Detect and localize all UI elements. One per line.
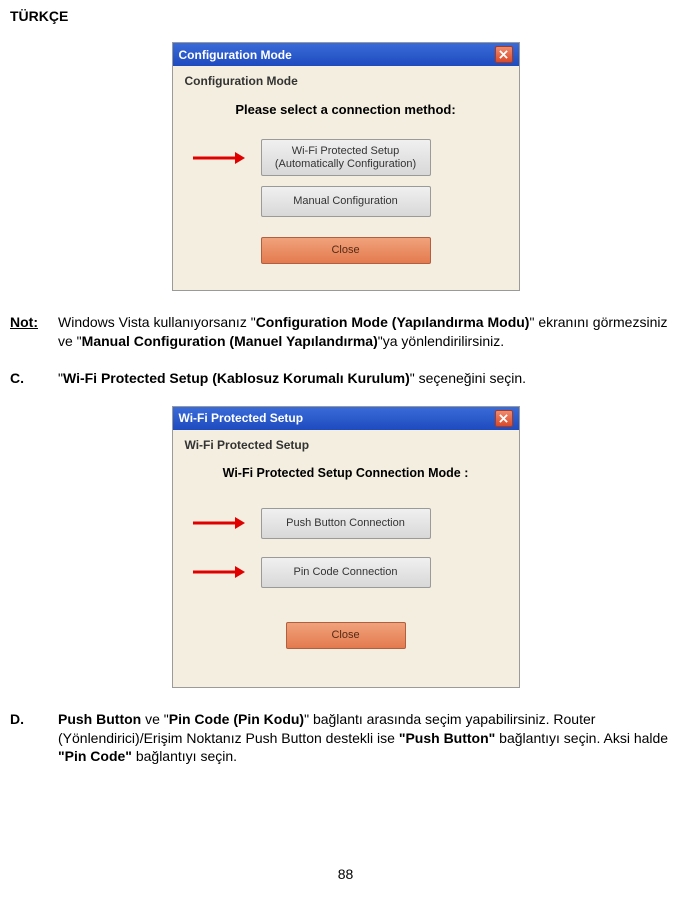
button-row-wps: Wi-Fi Protected Setup (Automatically Con… [183, 139, 509, 176]
stepc-t2: " seçeneğini seçin. [410, 370, 526, 386]
dialog-inner-title: Configuration Mode [185, 74, 509, 88]
note-paragraph: Not: Windows Vista kullanıyorsanız "Conf… [10, 313, 681, 351]
button-row-close: Close [183, 622, 509, 649]
note-b1: Configuration Mode (Yapılandırma Modu) [256, 314, 530, 330]
push-button-connection-button[interactable]: Push Button Connection [261, 508, 431, 539]
close-button[interactable]: Close [261, 237, 431, 264]
arrow-icon [191, 516, 245, 530]
stepd-b3: "Pin Code" [58, 748, 132, 764]
manual-config-button[interactable]: Manual Configuration [261, 186, 431, 217]
step-d-label: D. [10, 710, 58, 729]
stepd-t4: bağlantıyı seçin. [132, 748, 237, 764]
step-c-text: "Wi-Fi Protected Setup (Kablosuz Korumal… [58, 369, 681, 388]
step-c-paragraph: C. "Wi-Fi Protected Setup (Kablosuz Koru… [10, 369, 681, 388]
button-row-push: Push Button Connection [183, 508, 509, 539]
pin-code-connection-button[interactable]: Pin Code Connection [261, 557, 431, 588]
close-button[interactable]: Close [286, 622, 406, 649]
dialog-title: Configuration Mode [179, 48, 292, 62]
close-icon[interactable] [495, 46, 513, 63]
stepd-b1: Pin Code (Pin Kodu) [169, 711, 304, 727]
dialog-titlebar: Wi-Fi Protected Setup [173, 407, 519, 430]
stepd-b2: "Push Button" [399, 730, 495, 746]
step-d-paragraph: D. Push Button ve "Pin Code (Pin Kodu)" … [10, 710, 681, 767]
stepc-b1: Wi-Fi Protected Setup (Kablosuz Korumalı… [63, 370, 410, 386]
step-c-label: C. [10, 369, 58, 388]
wps-dialog: Wi-Fi Protected Setup Wi-Fi Protected Se… [172, 406, 520, 688]
wps-auto-line2: (Automatically Configuration) [268, 158, 424, 171]
language-header: TÜRKÇE [10, 8, 681, 24]
dialog-titlebar: Configuration Mode [173, 43, 519, 66]
dialog-body: Configuration Mode Please select a conne… [173, 66, 519, 290]
stepd-t3: bağlantıyı seçin. Aksi halde [495, 730, 668, 746]
dialog-prompt: Wi-Fi Protected Setup Connection Mode : [183, 466, 509, 480]
note-t1: Windows Vista kullanıyorsanız " [58, 314, 256, 330]
note-text: Windows Vista kullanıyorsanız "Configura… [58, 313, 681, 351]
step-d-text: Push Button ve "Pin Code (Pin Kodu)" bağ… [58, 710, 681, 767]
dialog-prompt: Please select a connection method: [183, 102, 509, 117]
stepd-t1: ve " [141, 711, 169, 727]
dialog-body: Wi-Fi Protected Setup Wi-Fi Protected Se… [173, 430, 519, 687]
wps-auto-line1: Wi-Fi Protected Setup [268, 145, 424, 158]
dialog-inner-title: Wi-Fi Protected Setup [185, 438, 509, 452]
note-b2: Manual Configuration (Manuel Yapılandırm… [82, 333, 378, 349]
config-mode-dialog: Configuration Mode Configuration Mode Pl… [172, 42, 520, 291]
wps-auto-button[interactable]: Wi-Fi Protected Setup (Automatically Con… [261, 139, 431, 176]
close-icon[interactable] [495, 410, 513, 427]
arrow-icon [191, 151, 245, 165]
dialog-title: Wi-Fi Protected Setup [179, 411, 304, 425]
page-number: 88 [10, 866, 681, 882]
dialog1-container: Configuration Mode Configuration Mode Pl… [10, 42, 681, 291]
button-row-close: Close [183, 237, 509, 264]
button-row-pin: Pin Code Connection [183, 557, 509, 588]
note-t3: "ya yönlendirilirsiniz. [378, 333, 504, 349]
dialog2-container: Wi-Fi Protected Setup Wi-Fi Protected Se… [10, 406, 681, 688]
button-row-manual: Manual Configuration [183, 186, 509, 217]
arrow-icon [191, 565, 245, 579]
stepd-b0: Push Button [58, 711, 141, 727]
note-label: Not: [10, 313, 58, 332]
